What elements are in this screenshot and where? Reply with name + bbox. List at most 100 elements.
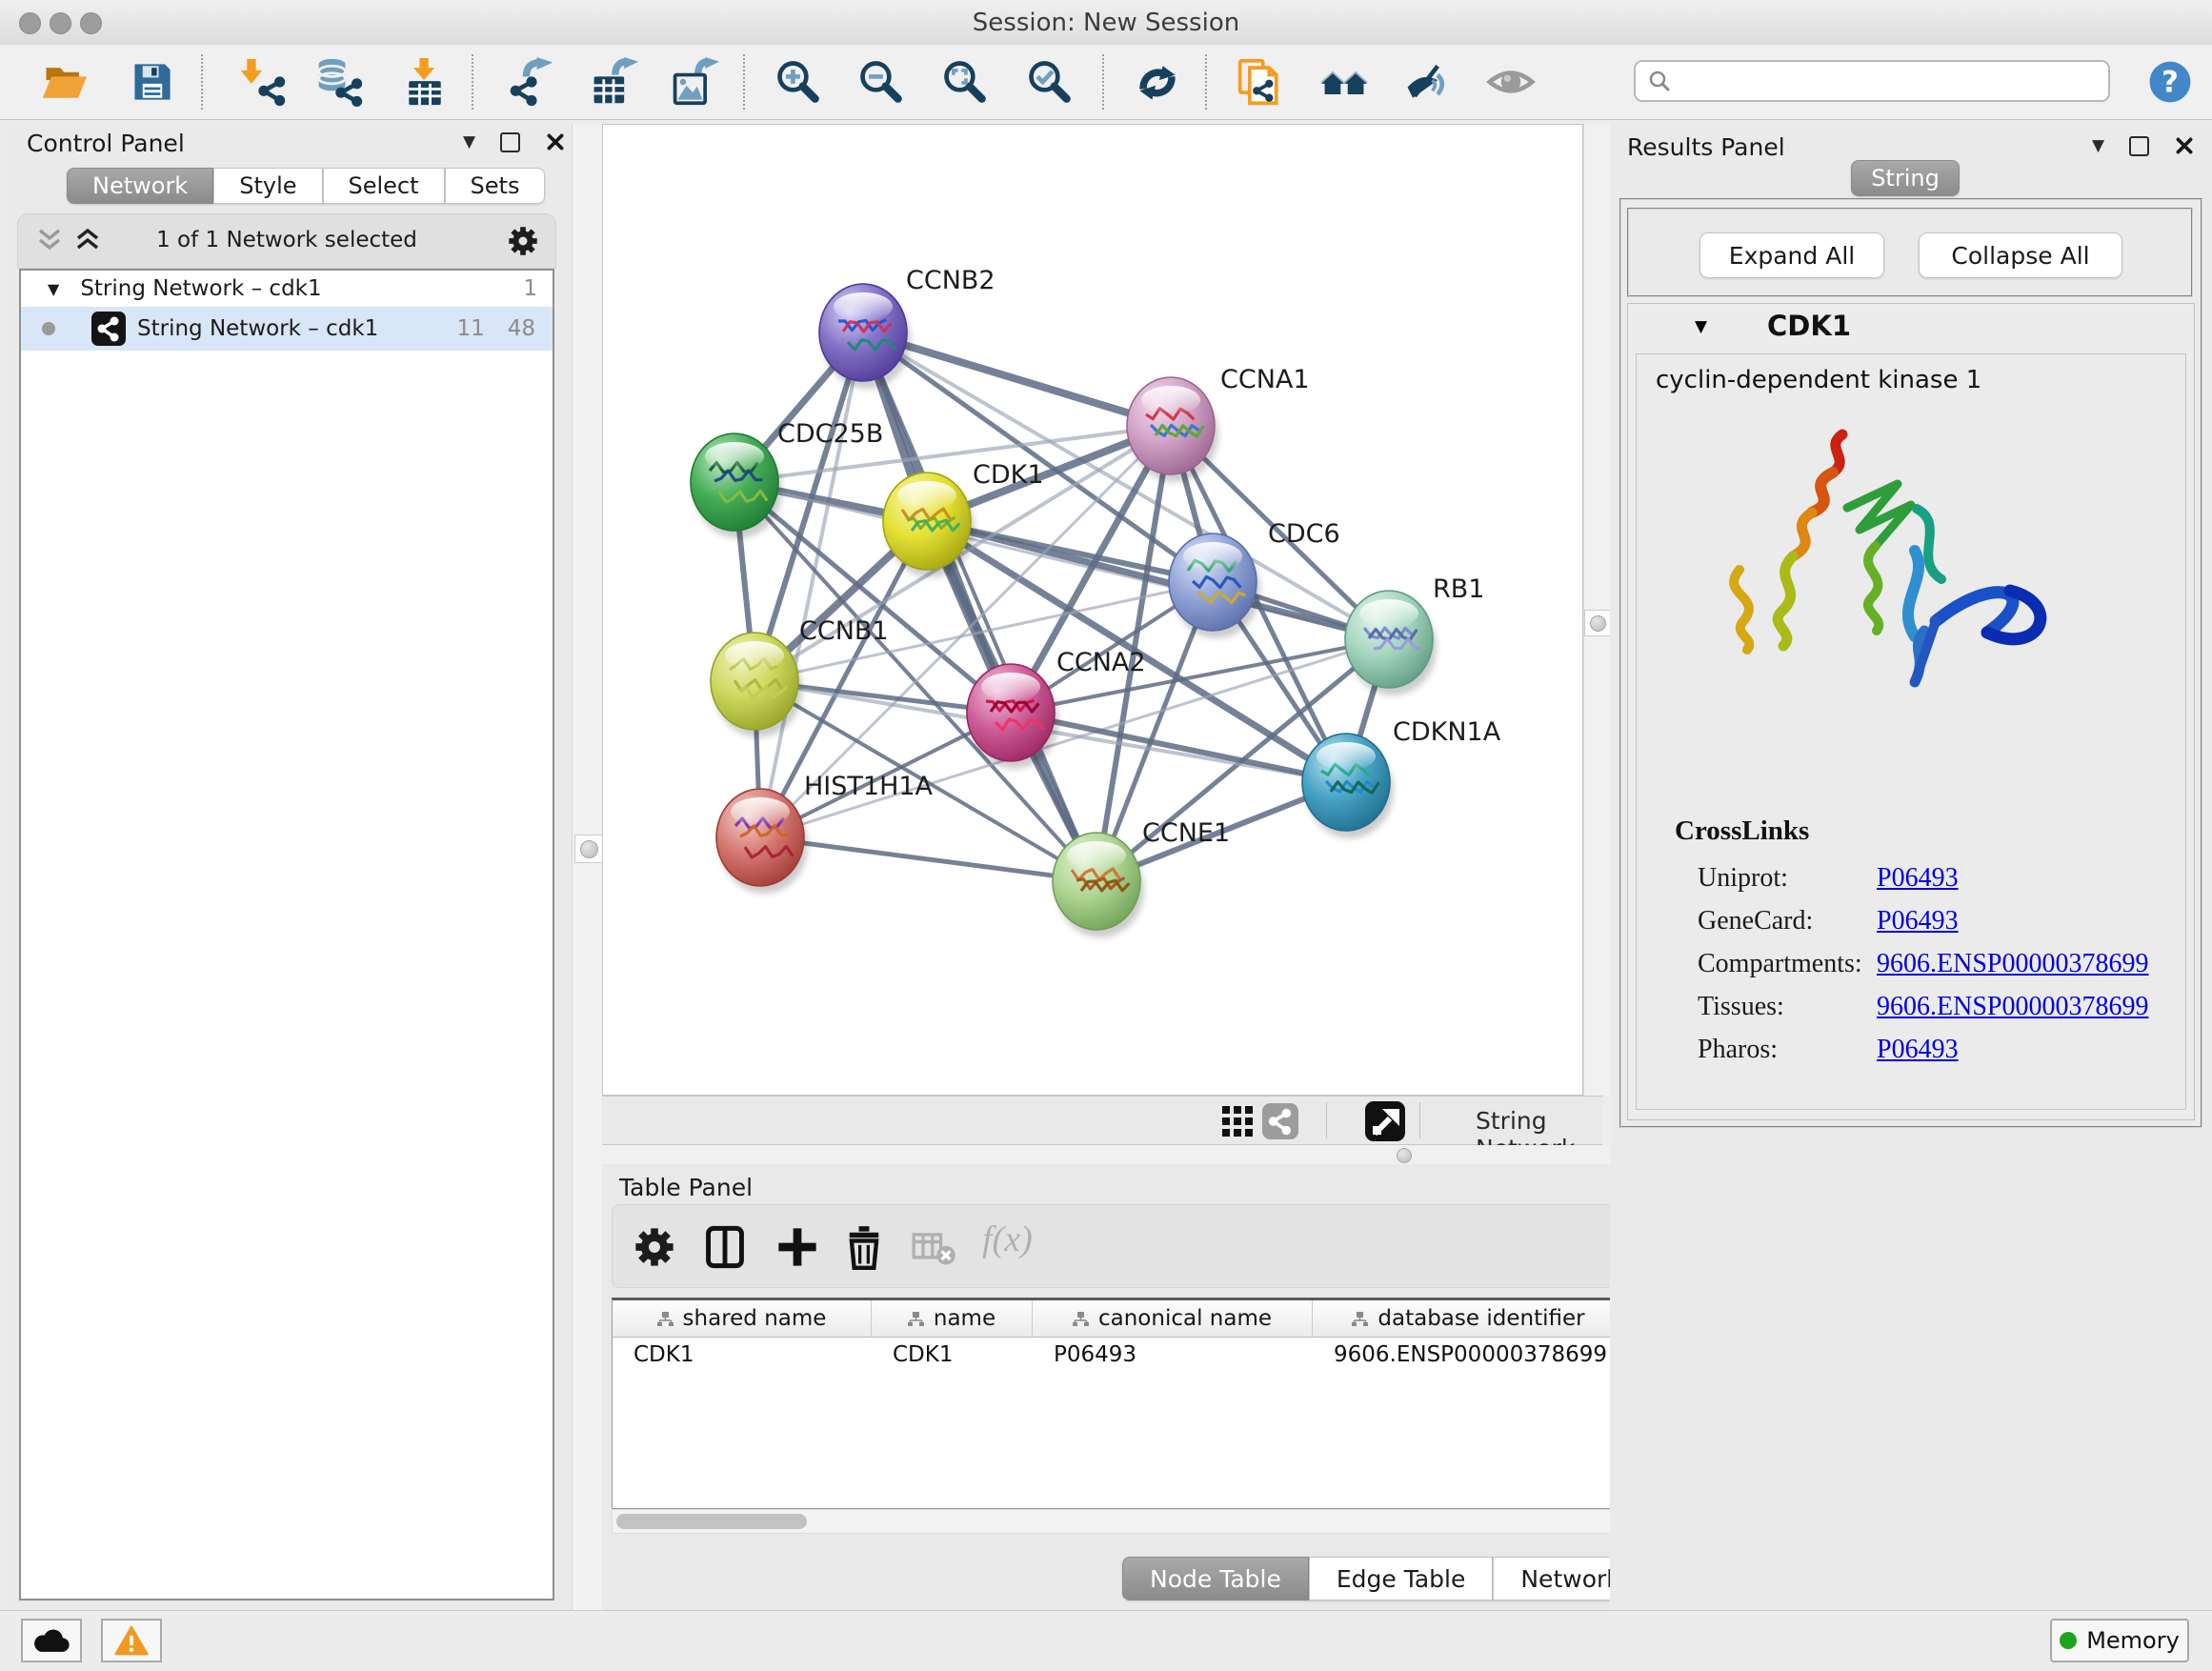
expand-all-button[interactable]: Expand All bbox=[1699, 232, 1884, 278]
panel-float-icon[interactable] bbox=[500, 132, 520, 152]
crosslink-value-link[interactable]: P06493 bbox=[1877, 1035, 1959, 1065]
memory-button[interactable]: Memory bbox=[2050, 1619, 2189, 1662]
table-cell[interactable]: 9606.ENSP00000378699 bbox=[1313, 1342, 1625, 1367]
hide-annotations-icon[interactable] bbox=[1402, 57, 1452, 107]
network-collection-row[interactable]: ▼ String Network – cdk1 1 bbox=[21, 271, 553, 307]
node-label-cdc6: CDC6 bbox=[1268, 519, 1340, 549]
column-header-canonical-name[interactable]: canonical name bbox=[1033, 1300, 1313, 1337]
network-node-rb1[interactable] bbox=[1345, 591, 1437, 695]
export-table-icon[interactable] bbox=[589, 57, 638, 107]
horizontal-splitter-handle[interactable] bbox=[1397, 1148, 1412, 1163]
column-header-shared-name[interactable]: shared name bbox=[613, 1300, 872, 1337]
import-database-icon[interactable] bbox=[314, 57, 364, 107]
title-bar: Session: New Session bbox=[0, 0, 2212, 46]
collection-count: 1 bbox=[523, 276, 537, 301]
table-cell[interactable]: P06493 bbox=[1033, 1342, 1313, 1367]
scrollbar-thumb[interactable] bbox=[616, 1514, 807, 1529]
delete-column-icon[interactable] bbox=[841, 1224, 887, 1270]
network-node-cdkn1a[interactable] bbox=[1302, 734, 1394, 838]
network-node-ccna1[interactable] bbox=[1127, 377, 1218, 482]
export-image-icon[interactable] bbox=[670, 57, 719, 107]
network-view-icon[interactable] bbox=[1262, 1103, 1298, 1139]
save-session-icon[interactable] bbox=[128, 57, 177, 107]
tab-sets[interactable]: Sets bbox=[445, 168, 546, 204]
panel-close-icon[interactable] bbox=[545, 131, 566, 152]
column-header-name[interactable]: name bbox=[872, 1300, 1033, 1337]
network-node-cdk1[interactable] bbox=[883, 473, 975, 577]
gear-icon[interactable] bbox=[632, 1224, 677, 1270]
zoom-fit-icon[interactable] bbox=[940, 57, 990, 107]
import-table-icon[interactable] bbox=[400, 57, 450, 107]
zoom-in-icon[interactable] bbox=[774, 57, 823, 107]
clone-network-icon[interactable] bbox=[1236, 57, 1285, 107]
gene-detail-box: cyclin-dependent kinase 1 bbox=[1636, 353, 2186, 1110]
network-node-cdc25b[interactable] bbox=[691, 433, 782, 538]
network-node-ccnb2[interactable] bbox=[819, 284, 911, 389]
tab-node-table[interactable]: Node Table bbox=[1122, 1557, 1309, 1601]
tab-edge-table[interactable]: Edge Table bbox=[1309, 1557, 1494, 1601]
add-column-icon[interactable] bbox=[774, 1224, 820, 1270]
right-splitter-handle[interactable] bbox=[1584, 610, 1611, 636]
column-header-database-identifier[interactable]: database identifier bbox=[1313, 1300, 1625, 1337]
zoom-out-icon[interactable] bbox=[856, 57, 906, 107]
table-cell[interactable]: CDK1 bbox=[872, 1342, 1033, 1367]
refresh-icon[interactable] bbox=[1133, 57, 1182, 107]
grid-view-icon[interactable] bbox=[1221, 1105, 1254, 1137]
network-nodes bbox=[691, 284, 1437, 937]
open-session-icon[interactable] bbox=[40, 57, 90, 107]
birds-eye-view-icon[interactable] bbox=[1365, 1101, 1405, 1141]
network-row-selected[interactable]: String Network – cdk1 11 48 bbox=[21, 307, 553, 351]
network-canvas[interactable]: CCNB2CCNA1CDC25BCDK1CDC6RB1CCNB1CCNA2CDK… bbox=[602, 124, 1583, 1096]
control-panel-tabs: NetworkStyleSelectSets bbox=[67, 168, 545, 204]
show-columns-icon[interactable] bbox=[702, 1224, 748, 1270]
help-icon[interactable]: ? bbox=[2147, 59, 2193, 105]
cloud-button[interactable] bbox=[21, 1619, 82, 1662]
panel-float-icon[interactable] bbox=[2129, 136, 2149, 156]
left-splitter[interactable] bbox=[572, 124, 604, 1610]
section-caret-icon[interactable]: ▼ bbox=[1695, 317, 1707, 336]
network-node-ccne1[interactable] bbox=[1053, 833, 1144, 937]
table-cell[interactable]: CDK1 bbox=[613, 1342, 872, 1367]
column-type-icon bbox=[1352, 1312, 1368, 1326]
node-label-cdk1: CDK1 bbox=[973, 460, 1044, 490]
collapse-all-button[interactable]: Collapse All bbox=[1919, 232, 2122, 278]
panel-menu-icon[interactable]: ▼ bbox=[2092, 136, 2104, 155]
control-panel-title: Control Panel bbox=[27, 130, 185, 157]
show-details-eye-icon[interactable] bbox=[1486, 57, 1536, 107]
tree-caret-icon[interactable]: ▼ bbox=[48, 280, 59, 298]
houses-icon[interactable] bbox=[1319, 57, 1369, 107]
crosslink-value-link[interactable]: 9606.ENSP00000378699 bbox=[1877, 949, 2148, 979]
crosslink-value-link[interactable]: 9606.ENSP00000378699 bbox=[1877, 992, 2148, 1022]
network-view-toolbar: String Network – cdk1 1 – 0 0 – 0 bbox=[602, 1096, 1602, 1145]
crosslink-label: Uniprot: bbox=[1698, 863, 1877, 894]
panel-close-icon[interactable] bbox=[2174, 135, 2195, 156]
tab-select[interactable]: Select bbox=[323, 168, 445, 204]
warning-button[interactable] bbox=[101, 1619, 162, 1662]
export-network-icon[interactable] bbox=[507, 57, 556, 107]
crosslink-value-link[interactable]: P06493 bbox=[1877, 906, 1959, 936]
search-input[interactable] bbox=[1634, 60, 2110, 102]
crosslink-value-link[interactable]: P06493 bbox=[1877, 863, 1959, 894]
left-splitter-handle[interactable] bbox=[574, 835, 603, 863]
network-node-cdc6[interactable] bbox=[1169, 534, 1260, 638]
table-panel-title: Table Panel bbox=[619, 1174, 753, 1201]
node-label-ccne1: CCNE1 bbox=[1142, 818, 1230, 848]
cytoscape-window: Session: New Session bbox=[0, 0, 2212, 1671]
gear-icon[interactable] bbox=[506, 224, 540, 258]
import-network-icon[interactable] bbox=[238, 57, 288, 107]
tab-style[interactable]: Style bbox=[213, 168, 322, 204]
tab-string[interactable]: String bbox=[1851, 160, 1960, 196]
crosslink-row: Compartments:9606.ENSP00000378699 bbox=[1698, 949, 2193, 979]
string-results-container: Expand All Collapse All ▼ CDK1 cyclin-de… bbox=[1619, 198, 2202, 1128]
zoom-selected-icon[interactable] bbox=[1025, 57, 1075, 107]
results-panel: Results Panel ▼ String Expand All Collap… bbox=[1610, 124, 2212, 1610]
tab-network[interactable]: Network bbox=[67, 168, 213, 204]
toolbar-separator bbox=[743, 54, 745, 110]
node-label-cdc25b: CDC25B bbox=[777, 419, 883, 449]
network-icon bbox=[91, 312, 126, 346]
network-edge[interactable] bbox=[760, 332, 863, 837]
results-panel-title: Results Panel bbox=[1627, 133, 1785, 161]
network-edge[interactable] bbox=[760, 837, 1096, 881]
node-label-ccnb1: CCNB1 bbox=[799, 616, 889, 646]
panel-menu-icon[interactable]: ▼ bbox=[463, 132, 475, 151]
